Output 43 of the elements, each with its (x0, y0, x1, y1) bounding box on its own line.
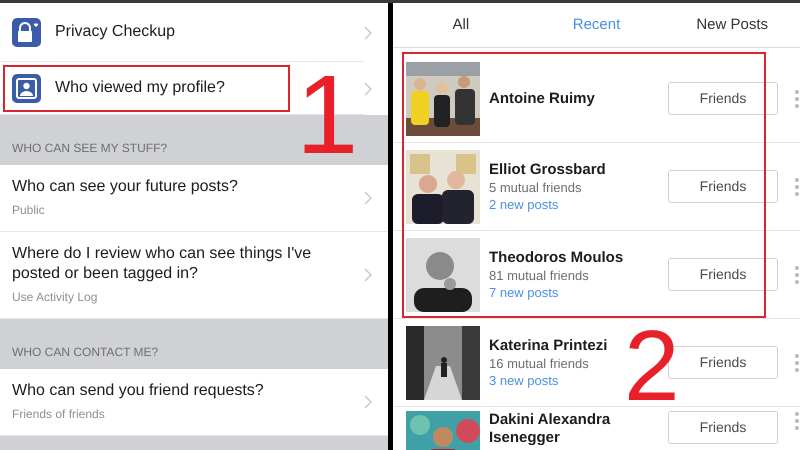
friends-button[interactable]: Friends (668, 411, 778, 444)
friend-row[interactable]: Antoine Ruimy Friends (393, 55, 800, 143)
item-value: Friends of friends (12, 406, 106, 423)
friends-button[interactable]: Friends (668, 258, 778, 291)
tab[interactable]: All (393, 14, 529, 36)
chevron-icon (364, 26, 372, 40)
more-icon[interactable] (794, 352, 800, 372)
more-icon[interactable] (794, 264, 800, 284)
friend-name: Theodoros Moulos (489, 248, 624, 266)
mutual-friends: 5 mutual friends (489, 178, 582, 196)
friend-name: Elliot Grossbard (489, 160, 607, 178)
item-value: Public (12, 202, 46, 219)
settings-item[interactable]: Where do I review who can see things I've posted or been tagged in? Use Activity Log (0, 232, 388, 319)
item-title: Who can see your future posts? (12, 177, 239, 197)
friend-row[interactable]: Elliot Grossbard 5 mutual friends 2 new posts Friends (393, 143, 800, 231)
settings-item[interactable]: Who can send you friend requests? Friends of friends (0, 369, 388, 436)
settings-item[interactable]: Privacy Checkup (0, 3, 388, 62)
header-text: WHO CAN CONTACT ME? (12, 344, 158, 361)
mutual-friends: 81 mutual friends (489, 266, 590, 284)
friend-row[interactable]: Theodoros Moulos 81 mutual friends 7 new posts Friends (393, 231, 800, 319)
chevron-icon (364, 82, 372, 96)
chevron-icon (364, 268, 372, 282)
friends-button[interactable]: Friends (668, 82, 778, 115)
more-icon[interactable] (794, 88, 800, 108)
item-value: Use Activity Log (12, 289, 98, 306)
header-text: WHO CAN SEE MY STUFF? (12, 140, 168, 157)
mutual-friends: 16 mutual friends (489, 354, 590, 372)
item-title: Privacy Checkup (55, 22, 176, 42)
more-icon[interactable] (794, 176, 800, 196)
friend-name: Antoine Ruimy (489, 90, 596, 108)
friend-name: Katerina Printezi (489, 336, 608, 354)
friend-name: Dakini Alexandra Isenegger (489, 411, 612, 447)
friends-button[interactable]: Friends (668, 170, 778, 203)
item-title: Who viewed my profile? (55, 78, 225, 98)
settings-item[interactable]: Who can see your future posts? Public (0, 165, 388, 232)
chevron-icon (364, 395, 372, 409)
more-icon[interactable] (794, 411, 800, 431)
chevron-icon (364, 191, 372, 205)
lock-icon (12, 18, 41, 46)
profile-icon (12, 74, 41, 102)
item-title: Who can send you friend requests? (12, 381, 265, 401)
tab[interactable]: New Posts (664, 14, 800, 36)
item-title: Where do I review who can see things I've posted or been tagged in? (12, 244, 312, 284)
